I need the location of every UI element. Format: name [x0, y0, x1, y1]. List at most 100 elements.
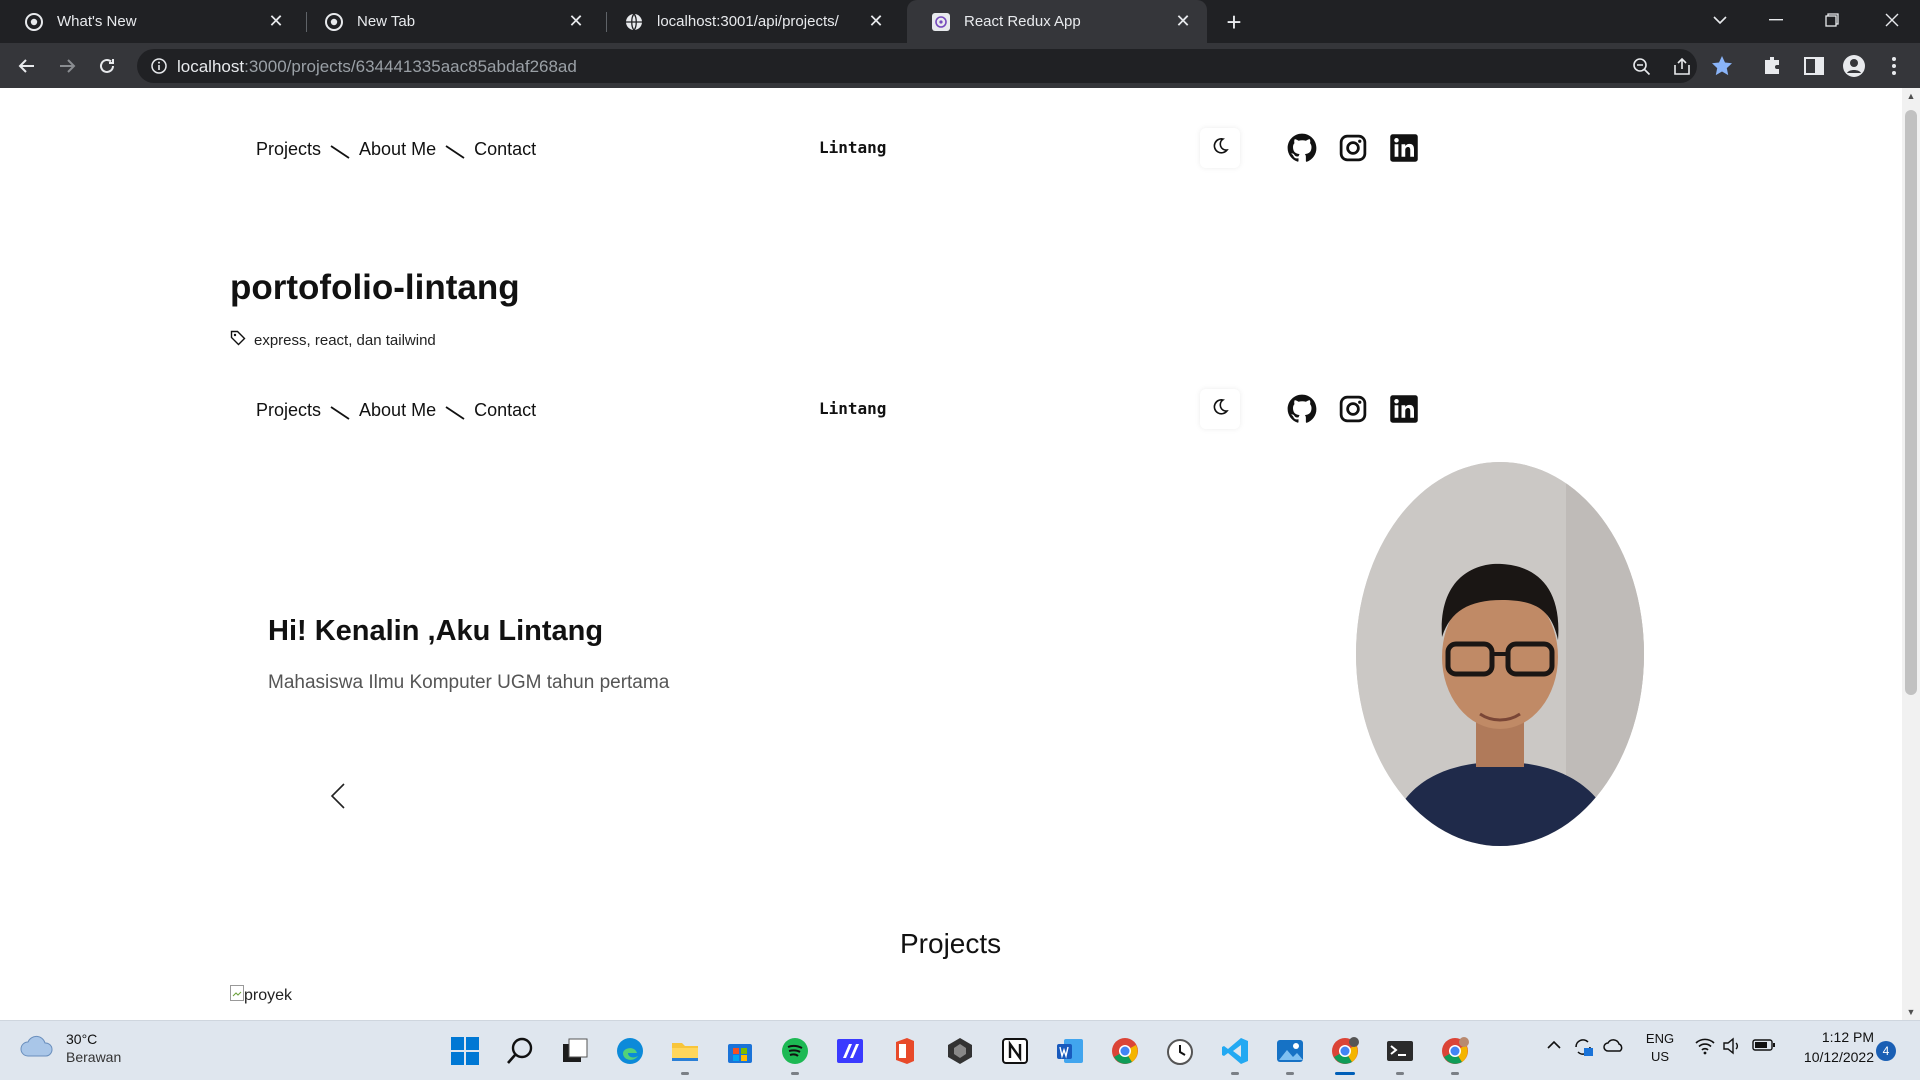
photos-icon[interactable]	[1272, 1033, 1308, 1075]
close-icon[interactable]: ✕	[264, 10, 288, 34]
nav-link-about[interactable]: About Me	[359, 400, 436, 421]
search-icon[interactable]	[502, 1033, 538, 1069]
url-text[interactable]: localhost:3000/projects/634441335aac85ab…	[177, 57, 577, 77]
start-button[interactable]	[447, 1033, 483, 1069]
tab-whats-new[interactable]: What's New ✕	[0, 0, 300, 43]
share-icon[interactable]	[1671, 56, 1693, 78]
linkedin-icon[interactable]	[1389, 394, 1419, 424]
file-explorer-icon[interactable]	[667, 1033, 703, 1075]
running-indicator	[1451, 1072, 1459, 1075]
chrome-profile-p-icon[interactable]	[1437, 1033, 1473, 1075]
linkedin-icon[interactable]	[1389, 133, 1419, 163]
chrome-icon	[25, 12, 43, 31]
system-clock[interactable]: 1:12 PM 10/12/2022	[1790, 1029, 1874, 1065]
slash-divider-icon	[329, 142, 351, 164]
moon-icon	[1211, 137, 1229, 160]
site-brand[interactable]: Lintang	[819, 399, 886, 418]
instagram-icon[interactable]	[1338, 394, 1368, 424]
sync-icon[interactable]	[1572, 1037, 1594, 1060]
chevron-left-icon[interactable]	[326, 781, 350, 811]
close-window-button[interactable]	[1864, 0, 1920, 40]
minimize-button[interactable]	[1748, 0, 1804, 40]
running-indicator	[1286, 1072, 1294, 1075]
notion-icon[interactable]	[997, 1033, 1033, 1069]
theme-toggle-button[interactable]	[1200, 128, 1240, 168]
microsoft-store-icon[interactable]	[722, 1033, 758, 1069]
zoom-icon[interactable]	[1631, 56, 1653, 78]
reload-button[interactable]	[91, 50, 123, 82]
close-icon[interactable]: ✕	[564, 10, 588, 34]
clock-app-icon[interactable]	[1162, 1033, 1198, 1069]
site-brand[interactable]: Lintang	[819, 138, 886, 157]
restore-button[interactable]	[1804, 0, 1860, 40]
nav-link-about[interactable]: About Me	[359, 139, 436, 160]
new-tab-button[interactable]: +	[1220, 7, 1248, 37]
tab-search-icon[interactable]	[1692, 0, 1748, 40]
browser-tab-strip: What's New ✕ New Tab ✕ localhost:3001/ap…	[0, 0, 1920, 43]
tab-react-redux-app[interactable]: React Redux App ✕	[907, 0, 1207, 43]
wifi-icon[interactable]	[1694, 1037, 1716, 1058]
close-icon[interactable]: ✕	[864, 10, 888, 34]
clock-time: 1:12 PM	[1821, 1029, 1874, 1045]
nav-link-projects[interactable]: Projects	[256, 400, 321, 421]
menu-icon[interactable]	[1882, 54, 1906, 78]
chrome-icon	[325, 12, 343, 31]
terminal-icon[interactable]	[1382, 1033, 1418, 1075]
onedrive-icon[interactable]	[1603, 1037, 1625, 1056]
nav-links: Projects About Me Contact	[256, 399, 536, 421]
unity-icon[interactable]	[942, 1033, 978, 1069]
profile-photo	[1356, 462, 1644, 846]
address-bar[interactable]: localhost:3000/projects/634441335aac85ab…	[137, 49, 1697, 83]
volume-icon[interactable]	[1722, 1037, 1744, 1058]
tab-new-tab[interactable]: New Tab ✕	[300, 0, 600, 43]
bookmark-star-icon[interactable]	[1710, 54, 1734, 78]
nav-link-contact[interactable]: Contact	[474, 139, 536, 160]
spotify-icon[interactable]	[777, 1033, 813, 1075]
nav-link-contact[interactable]: Contact	[474, 400, 536, 421]
windows-taskbar: 30°C Berawan ENG US 1:12 PM 10/12/2022 4	[0, 1020, 1920, 1080]
task-view-icon[interactable]	[557, 1033, 593, 1069]
page-scrollbar[interactable]: ▲ ▼	[1902, 88, 1920, 1020]
hero-subtitle: Mahasiswa Ilmu Komputer UGM tahun pertam…	[268, 672, 670, 693]
instagram-icon[interactable]	[1338, 133, 1368, 163]
language-indicator[interactable]: ENG US	[1642, 1031, 1678, 1064]
back-button[interactable]	[11, 50, 43, 82]
tag-icon	[230, 330, 254, 350]
project-image-broken[interactable]: proyek	[230, 985, 292, 1006]
scrollbar-thumb[interactable]	[1905, 110, 1917, 695]
close-icon[interactable]: ✕	[1171, 10, 1195, 34]
chrome-profile-icon[interactable]	[1327, 1033, 1363, 1075]
project-tags: express, react, dan tailwind	[230, 330, 436, 350]
battery-icon[interactable]	[1752, 1037, 1776, 1056]
clock-date: 10/12/2022	[1803, 1049, 1874, 1065]
slash-divider-icon	[444, 142, 466, 164]
cloud-icon	[20, 1034, 54, 1063]
tab-title: React Redux App	[964, 13, 1081, 30]
forward-button[interactable]	[51, 50, 83, 82]
projects-heading: Projects	[900, 928, 1002, 959]
office-icon[interactable]	[887, 1033, 923, 1069]
github-icon[interactable]	[1287, 133, 1317, 163]
visual-studio-icon[interactable]	[832, 1033, 868, 1069]
tab-api-projects[interactable]: localhost:3001/api/projects/ ✕	[600, 0, 900, 43]
scroll-down-arrow-icon[interactable]: ▼	[1906, 1008, 1916, 1017]
project-tags-text: express, react, dan tailwind	[254, 331, 436, 349]
edge-icon[interactable]	[612, 1033, 648, 1069]
site-info-icon[interactable]	[149, 56, 169, 76]
active-indicator	[1335, 1072, 1355, 1075]
vscode-icon[interactable]	[1217, 1033, 1253, 1075]
chevron-up-icon[interactable]	[1546, 1037, 1562, 1056]
scroll-up-arrow-icon[interactable]: ▲	[1906, 92, 1916, 101]
running-indicator	[1231, 1072, 1239, 1075]
weather-widget[interactable]: 30°C Berawan	[20, 1031, 121, 1065]
extensions-icon[interactable]	[1761, 54, 1785, 78]
word-icon[interactable]	[1052, 1033, 1088, 1069]
chrome-icon[interactable]	[1107, 1033, 1143, 1069]
theme-toggle-button[interactable]	[1200, 389, 1240, 429]
notification-badge[interactable]: 4	[1876, 1041, 1896, 1061]
redux-icon	[932, 12, 950, 31]
github-icon[interactable]	[1287, 394, 1317, 424]
profile-icon[interactable]	[1842, 54, 1866, 78]
side-panel-icon[interactable]	[1802, 54, 1826, 78]
nav-link-projects[interactable]: Projects	[256, 139, 321, 160]
